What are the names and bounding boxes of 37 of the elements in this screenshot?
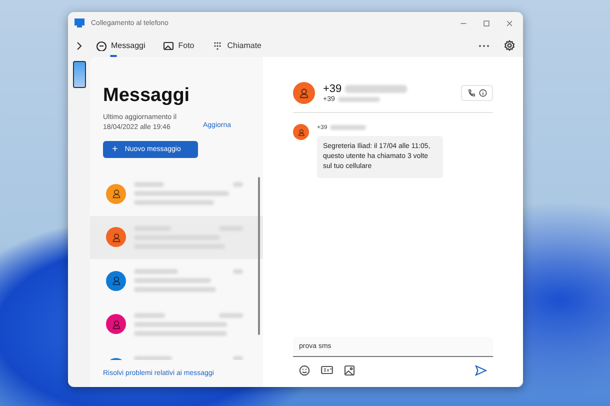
send-icon[interactable] bbox=[475, 364, 487, 376]
tab[interactable]: Chiamate bbox=[207, 34, 267, 56]
chevron-right-icon[interactable] bbox=[75, 40, 83, 50]
info-icon[interactable] bbox=[479, 89, 487, 97]
image-icon[interactable] bbox=[344, 364, 355, 376]
tab[interactable]: Messaggi bbox=[91, 34, 150, 56]
phone-icon[interactable] bbox=[72, 61, 86, 88]
person-icon bbox=[110, 188, 122, 200]
close-icon[interactable] bbox=[506, 20, 513, 26]
person-icon bbox=[110, 232, 122, 243]
redacted-text bbox=[330, 125, 366, 130]
redacted-text bbox=[344, 85, 407, 94]
scrollbar[interactable] bbox=[258, 177, 260, 335]
phone-call-icon[interactable] bbox=[467, 89, 475, 97]
redacted-text bbox=[338, 96, 380, 102]
call-info-buttons[interactable] bbox=[461, 85, 493, 101]
app-icon bbox=[74, 18, 85, 28]
person-icon bbox=[110, 318, 122, 330]
emoji-icon[interactable] bbox=[299, 364, 310, 376]
redacted-text bbox=[134, 312, 165, 318]
maximize-icon[interactable] bbox=[483, 20, 490, 26]
person-icon bbox=[110, 275, 122, 286]
person-icon bbox=[296, 128, 306, 136]
person-icon bbox=[298, 86, 310, 100]
conversation-item[interactable] bbox=[90, 216, 263, 259]
redacted-text bbox=[219, 312, 243, 318]
redacted-text bbox=[233, 269, 243, 274]
tab[interactable]: Foto bbox=[158, 34, 200, 56]
photo-icon bbox=[163, 40, 174, 50]
page-heading: Messaggi bbox=[103, 85, 191, 107]
redacted-text bbox=[134, 182, 164, 188]
redacted-text bbox=[233, 182, 243, 188]
dialpad-icon bbox=[212, 40, 224, 50]
chat-icon bbox=[96, 40, 107, 50]
redacted-text bbox=[134, 269, 178, 274]
contact-number: +39 bbox=[323, 83, 342, 95]
settings-icon[interactable] bbox=[504, 40, 515, 51]
